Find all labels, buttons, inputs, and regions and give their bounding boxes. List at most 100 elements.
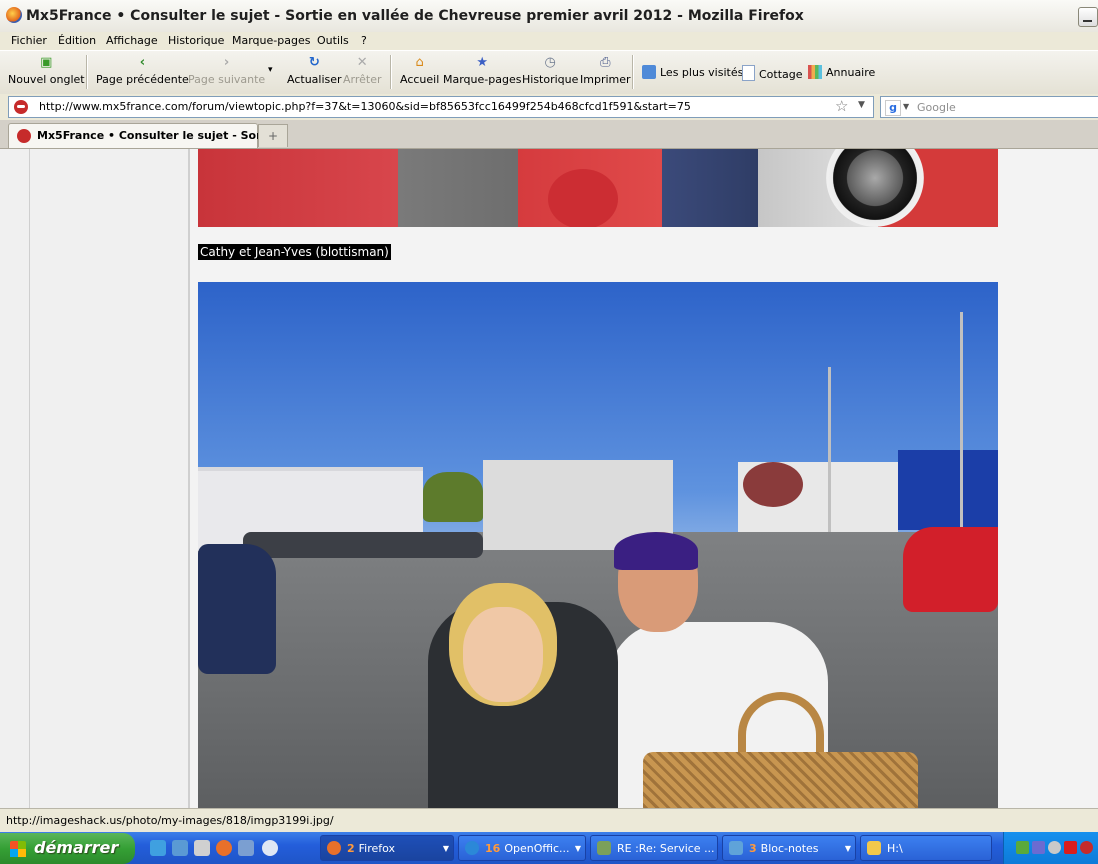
- menu-marque-pages[interactable]: Marque-pages: [232, 34, 310, 47]
- quicklaunch-media-icon[interactable]: [262, 840, 278, 856]
- task-label: RE :Re: Service ...: [617, 842, 715, 855]
- forward-label: Page suivante: [188, 73, 266, 86]
- task-firefox[interactable]: 2 Firefox ▼: [320, 835, 454, 861]
- tray-app-icon[interactable]: [1080, 841, 1093, 854]
- post-photo-top[interactable]: [198, 149, 998, 227]
- forward-button[interactable]: › Page suivante: [188, 55, 265, 86]
- task-group-arrow-icon: ▼: [844, 844, 851, 853]
- task-count: 16: [485, 842, 501, 855]
- menu-historique[interactable]: Historique: [168, 34, 224, 47]
- url-dropdown-icon[interactable]: ▼: [858, 100, 865, 110]
- menu-fichier[interactable]: Fichier: [11, 34, 47, 47]
- url-row: http://www.mx5france.com/forum/viewtopic…: [0, 94, 1098, 120]
- task-bloc-notes[interactable]: 3 Bloc-notes ▼: [722, 835, 856, 861]
- photo-wheel: [826, 149, 924, 227]
- tray-antivirus-icon[interactable]: [1064, 841, 1077, 854]
- photo-lamp-pole: [828, 367, 831, 532]
- start-button[interactable]: démarrer: [0, 833, 135, 864]
- stop-label: Arrêter: [343, 73, 382, 86]
- new-tab-icon: ▣: [40, 55, 53, 70]
- history-button[interactable]: ◷ Historique: [522, 55, 578, 86]
- column-divider: [29, 149, 30, 808]
- bookmarks-label: Marque-pages: [443, 73, 522, 86]
- print-label: Imprimer: [580, 73, 631, 86]
- home-icon: ⌂: [415, 55, 424, 70]
- back-button[interactable]: ‹ Page précédente: [96, 55, 189, 86]
- bookmark-most-visited[interactable]: Les plus visités: [642, 65, 743, 79]
- reload-button[interactable]: ↻ Actualiser: [287, 55, 342, 86]
- task-label: Bloc-notes: [760, 842, 819, 855]
- photo-cars: [243, 532, 483, 558]
- photo-basket: [643, 752, 918, 808]
- quicklaunch-ie-icon[interactable]: [150, 840, 166, 856]
- bookmark-cottage[interactable]: Cottage: [742, 65, 803, 81]
- home-button[interactable]: ⌂ Accueil: [400, 55, 439, 86]
- bookmark-annuaire-label: Annuaire: [826, 66, 876, 79]
- new-tab-button[interactable]: ▣ Nouvel onglet: [8, 55, 85, 86]
- stop-button[interactable]: ✕ Arrêter: [343, 55, 382, 86]
- page-icon: [742, 65, 755, 81]
- tray-sync-icon[interactable]: [1048, 841, 1061, 854]
- bookmark-annuaire[interactable]: Annuaire: [808, 65, 875, 79]
- photo-detail: [548, 169, 618, 227]
- new-tab-plus-button[interactable]: +: [258, 124, 288, 147]
- quicklaunch-desktop-icon[interactable]: [194, 840, 210, 856]
- page-content: Cathy et Jean-Yves (blottisman): [0, 149, 1098, 808]
- tab-strip: Mx5France • Consulter le sujet - Sor... …: [0, 120, 1098, 149]
- search-placeholder[interactable]: Google: [917, 101, 956, 114]
- search-box[interactable]: g ▼ Google: [880, 96, 1098, 118]
- menu-outils[interactable]: Outils: [317, 34, 349, 47]
- home-label: Accueil: [400, 73, 440, 86]
- taskbar: démarrer 2 Firefox ▼ 16 OpenOffic... ▼ RE …: [0, 832, 1098, 864]
- forward-arrow-icon: ›: [223, 55, 230, 70]
- photo-caption: Cathy et Jean-Yves (blottisman): [198, 244, 391, 260]
- print-button[interactable]: ⎙ Imprimer: [580, 55, 631, 86]
- task-group-arrow-icon: ▼: [574, 844, 581, 853]
- title-bar: Mx5France • Consulter le sujet - Sortie …: [0, 0, 1098, 33]
- toolbar-separator: [632, 55, 634, 89]
- tray-network-icon[interactable]: [1016, 841, 1029, 854]
- task-email[interactable]: RE :Re: Service ...: [590, 835, 718, 861]
- menu-affichage[interactable]: Affichage: [106, 34, 158, 47]
- tray-display-icon[interactable]: [1032, 841, 1045, 854]
- toolbar-separator: [390, 55, 392, 89]
- new-tab-label: Nouvel onglet: [8, 73, 85, 86]
- bookmarks-star-icon: ★: [476, 55, 489, 70]
- window-title: Mx5France • Consulter le sujet - Sortie …: [26, 8, 804, 24]
- navigation-toolbar: ▣ Nouvel onglet ‹ Page précédente › Page…: [0, 50, 1098, 96]
- tab-mx5france[interactable]: Mx5France • Consulter le sujet - Sor...: [8, 123, 272, 148]
- most-visited-icon: [642, 65, 656, 79]
- menu-edition[interactable]: Édition: [58, 34, 96, 47]
- google-engine-icon[interactable]: g: [885, 100, 901, 116]
- minimize-button[interactable]: [1078, 7, 1098, 27]
- task-count: 2: [347, 842, 355, 855]
- quicklaunch-explorer-icon[interactable]: [172, 840, 188, 856]
- stop-icon: ✕: [356, 55, 368, 70]
- history-label: Historique: [522, 73, 579, 86]
- toolbar-separator: [86, 55, 88, 89]
- photo-cap: [614, 532, 698, 570]
- photo-tree: [743, 462, 803, 507]
- url-text[interactable]: http://www.mx5france.com/forum/viewtopic…: [39, 100, 691, 113]
- photo-blue-car: [198, 544, 276, 674]
- folder-icon: [867, 841, 881, 855]
- task-drive-h[interactable]: H:\: [860, 835, 992, 861]
- left-column: [0, 149, 190, 808]
- engine-dropdown-icon[interactable]: ▼: [903, 102, 909, 111]
- address-bar[interactable]: http://www.mx5france.com/forum/viewtopic…: [8, 96, 874, 118]
- firefox-icon: [6, 7, 22, 23]
- quicklaunch-firefox-icon[interactable]: [216, 840, 232, 856]
- status-text: http://imageshack.us/photo/my-images/818…: [6, 814, 334, 827]
- bookmark-cottage-label: Cottage: [759, 68, 803, 81]
- task-label: OpenOffic...: [504, 842, 570, 855]
- start-label: démarrer: [34, 838, 119, 857]
- post-photo-main[interactable]: [198, 282, 998, 808]
- notepad-icon: [729, 841, 743, 855]
- bookmarks-button[interactable]: ★ Marque-pages: [443, 55, 521, 86]
- bookmark-star-icon[interactable]: ☆: [835, 97, 848, 115]
- task-openoffice[interactable]: 16 OpenOffic... ▼: [458, 835, 586, 861]
- quicklaunch-app-icon[interactable]: [238, 840, 254, 856]
- menu-help[interactable]: ?: [361, 34, 367, 47]
- photo-lamp-pole: [960, 312, 963, 527]
- history-dropdown-arrow[interactable]: ▾: [268, 65, 273, 75]
